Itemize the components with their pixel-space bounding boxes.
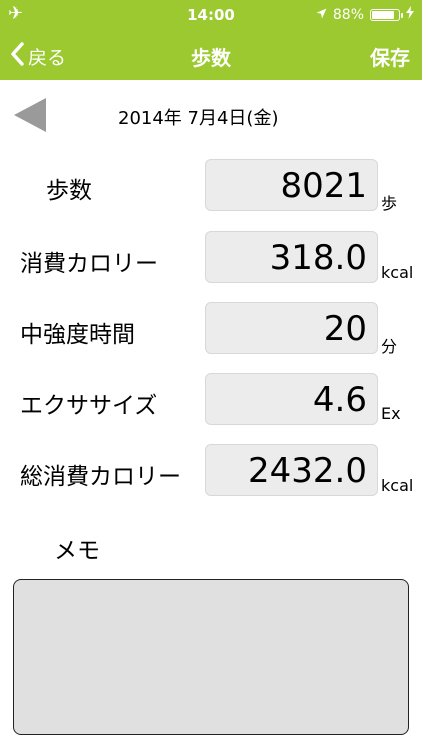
save-button[interactable]: 保存 bbox=[370, 42, 410, 71]
battery-icon bbox=[370, 8, 403, 21]
exercise-unit: Ex bbox=[381, 404, 401, 423]
moderate-time-unit: 分 bbox=[381, 337, 398, 356]
moderate-time-field[interactable]: 20 bbox=[205, 302, 378, 354]
battery-percent: 88% bbox=[332, 6, 364, 23]
memo-field[interactable] bbox=[13, 579, 409, 735]
navigation-bar: 戻る 歩数 保存 bbox=[0, 30, 422, 80]
status-bar: ✈ 14:00 88% bbox=[0, 0, 422, 30]
calories-unit: kcal bbox=[381, 263, 414, 282]
total-calories-unit: kcal bbox=[381, 476, 414, 495]
steps-label: 歩数 bbox=[46, 178, 92, 204]
date-label: 2014年 7月4日(金) bbox=[118, 108, 279, 129]
total-calories-label: 総消費カロリー bbox=[20, 464, 181, 490]
memo-label: メモ bbox=[54, 538, 100, 564]
steps-field[interactable]: 8021 bbox=[205, 159, 378, 211]
steps-unit: 歩 bbox=[381, 194, 398, 213]
total-calories-field[interactable]: 2432.0 bbox=[205, 444, 378, 496]
status-right: 88% bbox=[316, 6, 414, 23]
calories-field[interactable]: 318.0 bbox=[205, 231, 378, 283]
exercise-field[interactable]: 4.6 bbox=[205, 373, 378, 425]
previous-day-arrow-icon[interactable] bbox=[14, 98, 46, 132]
calories-label: 消費カロリー bbox=[20, 251, 158, 277]
charging-bolt-icon bbox=[406, 6, 414, 23]
battery-level bbox=[372, 10, 394, 19]
exercise-label: エクササイズ bbox=[20, 393, 158, 419]
page-title: 歩数 bbox=[191, 46, 231, 70]
location-arrow-icon bbox=[316, 7, 327, 23]
moderate-time-label: 中強度時間 bbox=[20, 322, 135, 348]
